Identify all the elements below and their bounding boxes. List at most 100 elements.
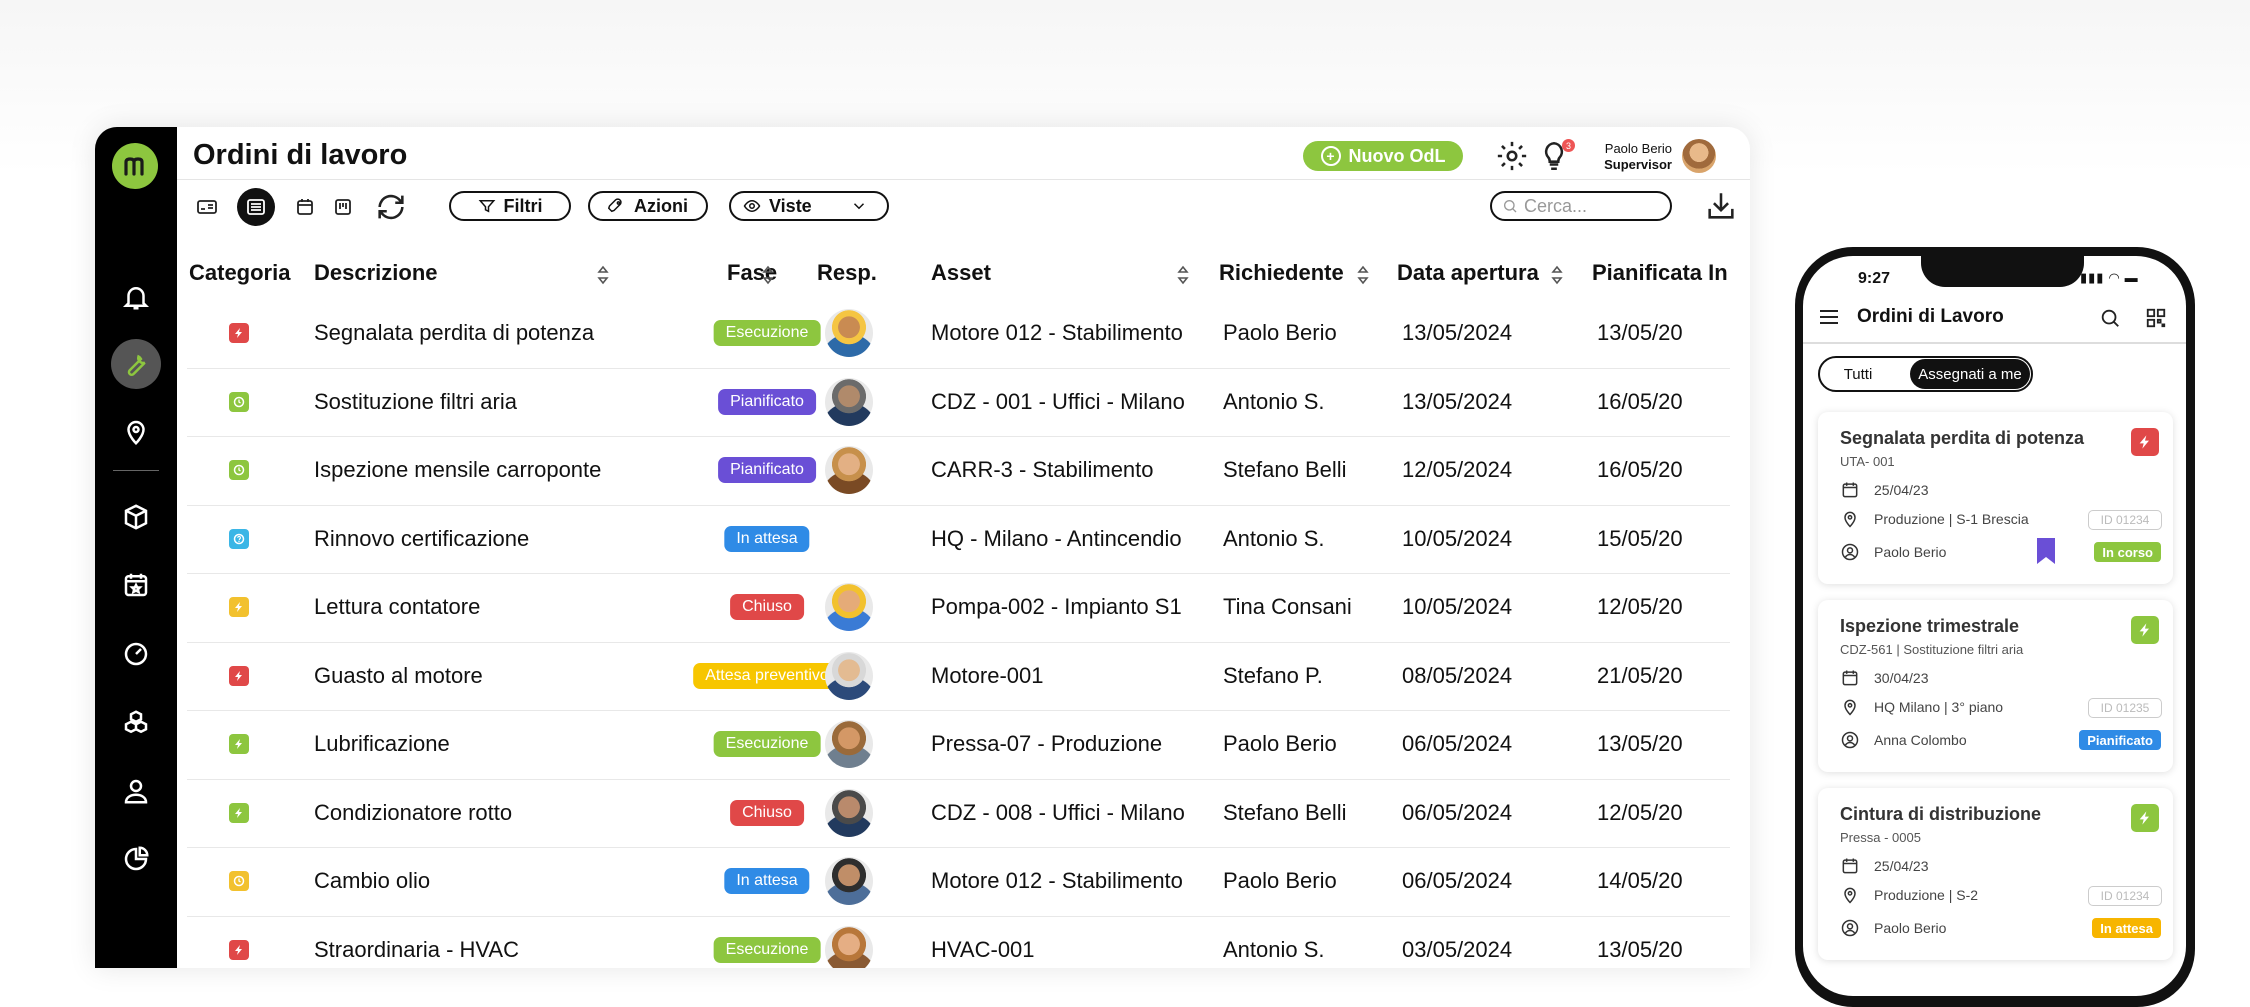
sidebar-item-reports[interactable] [116, 839, 156, 879]
sidebar-item-inventory[interactable] [116, 703, 156, 743]
sort-icon[interactable] [1357, 264, 1369, 286]
row-divider [187, 847, 1730, 848]
responsible-avatar[interactable] [825, 925, 873, 968]
calendar-view-button[interactable] [289, 191, 321, 223]
table-row[interactable]: Segnalata perdita di potenza Esecuzione … [177, 299, 1730, 367]
responsible-avatar[interactable] [825, 583, 873, 631]
refresh-button[interactable] [371, 187, 411, 227]
sort-icon[interactable] [1177, 264, 1189, 286]
actions-button[interactable]: Azioni [588, 191, 708, 221]
sort-icon[interactable] [597, 264, 609, 286]
table-row[interactable]: Guasto al motore Attesa preventivo Motor… [177, 642, 1730, 710]
cell-pianificata: 13/05/20 [1597, 936, 1683, 962]
cell-data-apertura: 06/05/2024 [1402, 868, 1513, 893]
responsible-avatar[interactable] [825, 377, 873, 426]
card-person: Paolo Berio [1874, 920, 1947, 936]
user-role: Supervisor [1604, 157, 1672, 172]
cell-pianificata: 16/05/20 [1597, 388, 1683, 414]
avatar[interactable] [1682, 139, 1716, 173]
sidebar-item-work-orders[interactable] [111, 339, 161, 389]
row-divider [187, 573, 1730, 574]
bolt-icon [235, 944, 242, 955]
responsible-avatar[interactable] [825, 857, 873, 905]
user-icon [124, 779, 148, 804]
sidebar-divider [113, 470, 159, 471]
cell-data-apertura: 03/05/2024 [1402, 936, 1513, 962]
responsible-avatar[interactable] [825, 651, 873, 700]
table-row[interactable]: Ispezione mensile carroponte Pianificato… [177, 436, 1730, 504]
sidebar-item-notifications[interactable] [116, 277, 156, 317]
card-view-button[interactable] [191, 191, 223, 223]
table-row[interactable]: Straordinaria - HVAC Esecuzione HVAC-001… [177, 916, 1730, 968]
search-input[interactable]: Cerca... [1490, 191, 1672, 221]
column-header-resp[interactable]: Resp. [817, 260, 877, 286]
work-order-card[interactable]: Ispezione trimestrale CDZ-561 | Sostituz… [1818, 600, 2173, 772]
hamburger-menu-icon[interactable] [1818, 308, 1840, 326]
search-icon[interactable] [2099, 307, 2121, 329]
map-pin-icon [1844, 887, 1856, 904]
phone-title: Ordini di Lavoro [1857, 306, 2004, 327]
column-header-categoria[interactable]: Categoria [189, 260, 290, 286]
sidebar-item-users[interactable] [116, 771, 156, 811]
table-row[interactable]: Cambio olio In attesa Motore 012 - Stabi… [177, 847, 1730, 915]
column-header-data-apertura[interactable]: Data apertura [1397, 260, 1539, 286]
sidebar [95, 127, 177, 968]
list-view-button[interactable] [237, 188, 275, 226]
user-info[interactable]: Paolo Berio Supervisor [1577, 141, 1672, 173]
bolt-icon [2139, 811, 2149, 825]
table-row[interactable]: Lettura contatore Chiuso Pompa-002 - Imp… [177, 573, 1730, 641]
cell-descrizione: Ispezione mensile carroponte [314, 457, 602, 482]
sidebar-item-calendar[interactable] [116, 565, 156, 605]
status-badge: Pianificato [718, 388, 816, 415]
new-work-order-button[interactable]: + Nuovo OdL [1303, 141, 1463, 171]
sort-icon[interactable] [1551, 264, 1563, 286]
category-badge [2131, 616, 2159, 644]
plus-icon: + [1320, 146, 1341, 166]
column-header-richiedente[interactable]: Richiedente [1219, 260, 1344, 286]
work-order-card[interactable]: Segnalata perdita di potenza UTA- 001 25… [1818, 412, 2173, 584]
category-badge [229, 939, 249, 960]
calendar-icon [1842, 670, 1858, 686]
views-dropdown[interactable]: Viste [729, 191, 889, 221]
gear-icon[interactable] [1495, 139, 1529, 173]
user-circle-icon [1841, 731, 1859, 749]
responsible-avatar[interactable] [825, 309, 873, 357]
phone-time: 9:27 [1858, 270, 1891, 287]
sidebar-item-meters[interactable] [116, 634, 156, 674]
status-badge: Attesa preventivo [693, 662, 841, 689]
table-row[interactable]: Sostituzione filtri aria Pianificato CDZ… [177, 368, 1730, 436]
category-badge [229, 665, 249, 686]
cell-richiedente: Paolo Berio [1223, 320, 1337, 345]
kanban-view-button[interactable] [327, 191, 359, 223]
user-circle-icon [1841, 543, 1859, 561]
card-id: ID 01235 [2088, 698, 2162, 718]
column-header-asset[interactable]: Asset [931, 260, 991, 286]
bookmark-icon[interactable] [2036, 537, 2056, 565]
phone-status-icons: ▮▮▮ ◠ ▬ [2080, 270, 2139, 285]
app-logo[interactable] [112, 143, 158, 189]
category-badge [2131, 428, 2159, 456]
work-order-card[interactable]: Cintura di distribuzione Pressa - 0005 2… [1818, 788, 2173, 960]
column-header-pianificata[interactable]: Pianificata In [1592, 260, 1728, 286]
filters-button[interactable]: Filtri [449, 191, 571, 221]
kanban-icon [335, 199, 351, 215]
sidebar-item-assets[interactable] [116, 497, 156, 537]
tab-assigned-to-me[interactable]: Assegnati a me [1910, 359, 2030, 389]
card-date: 25/04/23 [1874, 858, 1929, 874]
column-header-descrizione[interactable]: Descrizione [314, 260, 438, 286]
download-icon[interactable] [1704, 189, 1738, 223]
table-row[interactable]: Rinnovo certificazione In attesa HQ - Mi… [177, 505, 1730, 573]
cell-data-apertura: 10/05/2024 [1402, 594, 1513, 619]
category-badge [229, 597, 249, 617]
sort-icon[interactable] [762, 264, 774, 286]
cell-pianificata: 16/05/20 [1597, 457, 1683, 482]
responsible-avatar[interactable] [825, 788, 873, 837]
table-row[interactable]: Lubrificazione Esecuzione Pressa-07 - Pr… [177, 710, 1730, 778]
card-subtitle: CDZ-561 | Sostituzione filtri aria [1840, 642, 2024, 657]
responsible-avatar[interactable] [825, 720, 873, 768]
qr-code-icon[interactable] [2145, 307, 2167, 329]
table-row[interactable]: Condizionatore rotto Chiuso CDZ - 008 - … [177, 779, 1730, 847]
sidebar-item-locations[interactable] [116, 412, 156, 452]
responsible-avatar[interactable] [825, 446, 873, 494]
tab-all[interactable]: Tutti [1823, 362, 1893, 386]
